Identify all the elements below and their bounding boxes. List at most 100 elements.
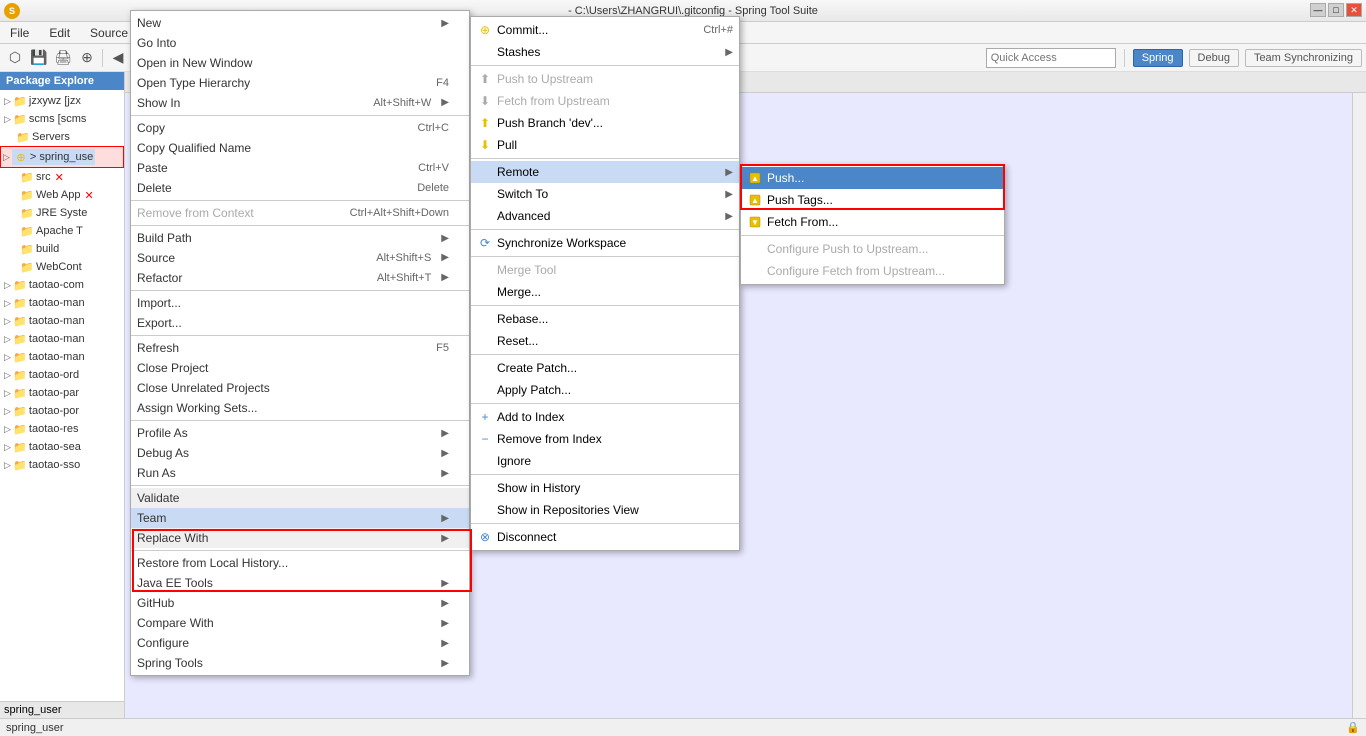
ctx-assign-working-sets[interactable]: Assign Working Sets... — [131, 398, 469, 418]
ctx-spring-tools[interactable]: Spring Tools ▶ — [131, 653, 469, 673]
ctx-remote-fetch[interactable]: ▼ Fetch From... — [741, 211, 1004, 233]
close-button[interactable]: ✕ — [1346, 3, 1362, 17]
tree-item-apache[interactable]: 📁 Apache T — [0, 222, 124, 240]
window-controls[interactable]: — □ ✕ — [1310, 3, 1362, 17]
ctx-team-push-branch[interactable]: ⬆ Push Branch 'dev'... — [471, 112, 739, 134]
push-upstream-icon: ⬆ — [477, 71, 493, 87]
ctx-team-remote[interactable]: Remote ▶ — [471, 161, 739, 183]
ctx-replace-with[interactable]: Replace With ▶ — [131, 528, 469, 548]
ctx-show-in[interactable]: Show In Alt+Shift+W ▶ — [131, 93, 469, 113]
quick-access-input[interactable] — [986, 48, 1116, 68]
toolbar-btn-1[interactable]: ⬡ — [4, 47, 26, 69]
tree-item-taotao-sso[interactable]: ▷ 📁 taotao-sso — [0, 456, 124, 474]
tree-item-build[interactable]: 📁 build — [0, 240, 124, 258]
ctx-profile-as[interactable]: Profile As ▶ — [131, 423, 469, 443]
toolbar-back[interactable]: ◀ — [107, 47, 129, 69]
ctx-team-add-index[interactable]: + Add to Index — [471, 406, 739, 428]
ctx-team-show-history[interactable]: Show in History — [471, 477, 739, 499]
toolbar-btn-2[interactable]: 💾 — [28, 47, 50, 69]
spring-button[interactable]: Spring — [1133, 49, 1183, 67]
toolbar-btn-3[interactable]: 🖨 — [52, 47, 74, 69]
ctx-team-disconnect[interactable]: ⊗ Disconnect — [471, 526, 739, 548]
tree-item-taotao-com[interactable]: ▷ 📁 taotao-com — [0, 276, 124, 294]
ctx-team-create-patch[interactable]: Create Patch... — [471, 357, 739, 379]
ctx-copy-qualified[interactable]: Copy Qualified Name — [131, 138, 469, 158]
ctx-source-arrow: ▶ — [441, 252, 449, 264]
switch-to-icon — [477, 186, 493, 202]
ctx-import[interactable]: Import... — [131, 293, 469, 313]
ctx-open-type-hierarchy[interactable]: Open Type Hierarchy F4 — [131, 73, 469, 93]
remote-icon — [477, 164, 493, 180]
ctx-debug-as[interactable]: Debug As ▶ — [131, 443, 469, 463]
ctx-refresh[interactable]: Refresh F5 — [131, 338, 469, 358]
tree-item-src[interactable]: 📁 src ✕ — [0, 168, 124, 186]
ctx-team-remove-index[interactable]: − Remove from Index — [471, 428, 739, 450]
ctx-github[interactable]: GitHub ▶ — [131, 593, 469, 613]
ctx-delete[interactable]: Delete Delete — [131, 178, 469, 198]
ctx-new[interactable]: New ▶ — [131, 13, 469, 33]
tree-item-servers[interactable]: 📁 Servers — [0, 128, 124, 146]
tree-item-taotao-man4[interactable]: ▷ 📁 taotao-man — [0, 348, 124, 366]
tree-item-scms[interactable]: ▷ 📁 scms [scms — [0, 110, 124, 128]
tree-item-taotao-sea[interactable]: ▷ 📁 taotao-sea — [0, 438, 124, 456]
ctx-restore-local[interactable]: Restore from Local History... — [131, 553, 469, 573]
error-badge: ✕ — [84, 189, 93, 202]
ctx-export[interactable]: Export... — [131, 313, 469, 333]
maximize-button[interactable]: □ — [1328, 3, 1344, 17]
ctx-remote-push[interactable]: ▲ Push... — [741, 167, 1004, 189]
ctx-team-rebase[interactable]: Rebase... — [471, 308, 739, 330]
menu-source[interactable]: Source — [84, 24, 134, 42]
sidebar-status: spring_user — [0, 701, 124, 718]
tree-item-webapp[interactable]: 📁 Web App ✕ — [0, 186, 124, 204]
ctx-team-reset[interactable]: Reset... — [471, 330, 739, 352]
tree-item-taotao-par[interactable]: ▷ 📁 taotao-par — [0, 384, 124, 402]
tree-label: build — [36, 243, 59, 255]
ctx-team-ignore[interactable]: Ignore — [471, 450, 739, 472]
menu-file[interactable]: File — [4, 24, 35, 42]
ctx-team-commit[interactable]: ⊕ Commit... Ctrl+# — [471, 19, 739, 41]
ctx-configure[interactable]: Configure ▶ — [131, 633, 469, 653]
ctx-team-apply-patch[interactable]: Apply Patch... — [471, 379, 739, 401]
menu-edit[interactable]: Edit — [43, 24, 76, 42]
debug-button[interactable]: Debug — [1189, 49, 1239, 67]
scrollbar-vertical[interactable] — [1352, 93, 1366, 736]
ctx-validate[interactable]: Validate — [131, 488, 469, 508]
ctx-team[interactable]: Team ▶ — [131, 508, 469, 528]
ctx-build-path[interactable]: Build Path ▶ — [131, 228, 469, 248]
tree-item-taotao-ord[interactable]: ▷ 📁 taotao-ord — [0, 366, 124, 384]
tree-item-jzxywz[interactable]: ▷ 📁 jzxywz [jzx — [0, 92, 124, 110]
tree-item-taotao-por[interactable]: ▷ 📁 taotao-por — [0, 402, 124, 420]
tree-item-taotao-man3[interactable]: ▷ 📁 taotao-man — [0, 330, 124, 348]
folder-icon: 📁 — [16, 130, 30, 144]
tree-item-webcont[interactable]: 📁 WebCont — [0, 258, 124, 276]
ctx-open-new-window[interactable]: Open in New Window — [131, 53, 469, 73]
ctx-close-unrelated[interactable]: Close Unrelated Projects — [131, 378, 469, 398]
tree-item-taotao-man1[interactable]: ▷ 📁 taotao-man — [0, 294, 124, 312]
toolbar-btn-4[interactable]: ⊕ — [76, 47, 98, 69]
ctx-java-ee[interactable]: Java EE Tools ▶ — [131, 573, 469, 593]
minimize-button[interactable]: — — [1310, 3, 1326, 17]
ctx-compare-with[interactable]: Compare With ▶ — [131, 613, 469, 633]
ctx-copy[interactable]: Copy Ctrl+C — [131, 118, 469, 138]
ctx-team-fetch-upstream-label: Fetch from Upstream — [497, 94, 733, 108]
ctx-refactor[interactable]: Refactor Alt+Shift+T ▶ — [131, 268, 469, 288]
tree-item-jre[interactable]: 📁 JRE Syste — [0, 204, 124, 222]
ctx-run-as[interactable]: Run As ▶ — [131, 463, 469, 483]
team-sync-button[interactable]: Team Synchronizing — [1245, 49, 1362, 67]
ctx-team-switch-to[interactable]: Switch To ▶ — [471, 183, 739, 205]
ctx-remote-push-tags[interactable]: ▲ Push Tags... — [741, 189, 1004, 211]
ctx-paste[interactable]: Paste Ctrl+V — [131, 158, 469, 178]
ctx-go-into[interactable]: Go Into — [131, 33, 469, 53]
ctx-close-project[interactable]: Close Project — [131, 358, 469, 378]
ctx-team-show-repos[interactable]: Show in Repositories View — [471, 499, 739, 521]
ctx-team-stashes[interactable]: Stashes ▶ — [471, 41, 739, 63]
tree-item-spring-user[interactable]: ▷ ⊕ > spring_use — [0, 146, 124, 168]
ctx-team-sync-workspace[interactable]: ⟳ Synchronize Workspace — [471, 232, 739, 254]
ctx-team-advanced[interactable]: Advanced ▶ — [471, 205, 739, 227]
ctx-team-merge[interactable]: Merge... — [471, 281, 739, 303]
tree-item-taotao-res[interactable]: ▷ 📁 taotao-res — [0, 420, 124, 438]
ctx-source[interactable]: Source Alt+Shift+S ▶ — [131, 248, 469, 268]
tree-item-taotao-man2[interactable]: ▷ 📁 taotao-man — [0, 312, 124, 330]
ctx-team-show-history-label: Show in History — [497, 481, 733, 495]
ctx-team-pull[interactable]: ⬇ Pull — [471, 134, 739, 156]
